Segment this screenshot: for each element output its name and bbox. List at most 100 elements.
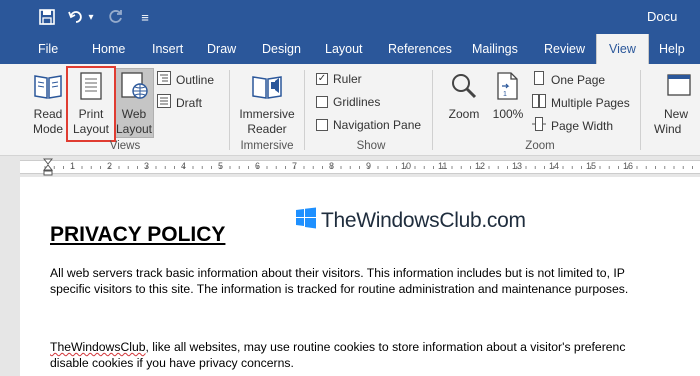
ruler-number: 10 xyxy=(401,161,412,171)
new-window-button[interactable]: New Wind xyxy=(650,70,700,137)
ruler-check-icon: ✓ xyxy=(316,73,328,85)
ruler-number: 16 xyxy=(623,161,634,171)
ruler-number: 15 xyxy=(586,161,597,171)
immersive-reader-button[interactable]: Immersive Reader xyxy=(234,70,300,137)
group-separator xyxy=(304,70,305,150)
one-page-button[interactable]: One Page xyxy=(532,71,605,88)
ruler-number: 13 xyxy=(512,161,523,171)
document-heading: PRIVACY POLICY xyxy=(50,223,226,246)
tab-view[interactable]: View xyxy=(596,34,649,64)
page-width-label: Page Width xyxy=(551,118,614,133)
page-width-button[interactable]: Page Width xyxy=(532,117,613,134)
zoom-button[interactable]: Zoom xyxy=(444,70,484,122)
immersive-reader-icon xyxy=(234,72,300,104)
new-window-icon xyxy=(662,72,700,104)
outline-icon xyxy=(157,71,171,88)
svg-text:1: 1 xyxy=(503,91,507,98)
web-layout-label-2: Layout xyxy=(115,122,153,136)
page-width-icon xyxy=(532,117,546,134)
group-separator xyxy=(640,70,641,150)
navigation-pane-label: Navigation Pane xyxy=(333,118,422,132)
horizontal-ruler[interactable]: 1 2 3 4 5 6 7 8 9 10 11 12 13 14 15 16 xyxy=(20,160,700,174)
window-title: Docu xyxy=(647,9,678,24)
paragraph-2-line-2: disable cookies if you have privacy conc… xyxy=(50,356,294,370)
immersive-reader-label-2: Reader xyxy=(247,122,287,136)
tab-file[interactable]: File xyxy=(38,34,58,64)
gridlines-check-icon xyxy=(316,96,328,108)
immersive-group-label: Immersive xyxy=(240,140,294,152)
ruler-number: 8 xyxy=(329,161,335,171)
ruler-number: 6 xyxy=(255,161,261,171)
tab-references[interactable]: References xyxy=(388,34,452,64)
zoom-100-button[interactable]: 1 100% xyxy=(488,70,528,122)
draft-icon xyxy=(157,94,171,111)
group-separator xyxy=(229,70,230,150)
web-page-icon xyxy=(114,72,154,104)
read-mode-label-1: Read xyxy=(33,107,63,121)
outline-label: Outline xyxy=(176,72,215,87)
zoom-100-icon: 1 xyxy=(488,72,528,104)
draft-label: Draft xyxy=(176,95,203,110)
show-group-label: Show xyxy=(356,140,386,152)
redo-icon[interactable] xyxy=(106,6,126,28)
windows-logo-icon xyxy=(295,207,317,234)
undo-icon[interactable] xyxy=(66,6,86,28)
outline-button[interactable]: Outline xyxy=(157,71,214,88)
paragraph-1-line-2: specific visitors to this site. The info… xyxy=(50,282,629,296)
undo-dropdown-icon[interactable]: ▾ xyxy=(86,6,96,28)
gridlines-label: Gridlines xyxy=(333,95,381,109)
zoom-group-label: Zoom xyxy=(525,140,555,152)
one-page-icon xyxy=(532,71,546,88)
multiple-pages-button[interactable]: Multiple Pages xyxy=(532,94,630,111)
one-page-label: One Page xyxy=(551,72,606,87)
ribbon-tabs: File Home Insert Draw Design Layout Refe… xyxy=(0,34,700,64)
save-icon[interactable] xyxy=(36,6,58,28)
gridlines-checkbox[interactable]: Gridlines xyxy=(316,95,380,109)
ruler-number: 5 xyxy=(218,161,224,171)
group-separator xyxy=(432,70,433,150)
ruler-number: 4 xyxy=(181,161,187,171)
tab-draw[interactable]: Draw xyxy=(207,34,236,64)
tab-help[interactable]: Help xyxy=(659,34,685,64)
ruler-number: 3 xyxy=(144,161,150,171)
ruler-ticks xyxy=(44,166,693,169)
tab-layout[interactable]: Layout xyxy=(325,34,363,64)
ruler-number: 11 xyxy=(438,161,448,171)
magnifier-icon xyxy=(444,72,484,104)
read-mode-label-2: Mode xyxy=(32,122,64,136)
tab-home[interactable]: Home xyxy=(92,34,125,64)
web-layout-button[interactable]: Web Layout xyxy=(114,70,154,137)
tab-mailings[interactable]: Mailings xyxy=(472,34,518,64)
immersive-reader-label-1: Immersive xyxy=(239,107,295,121)
ruler-checkbox[interactable]: ✓ Ruler xyxy=(316,72,362,86)
web-layout-label-1: Web xyxy=(121,107,147,121)
navigation-pane-checkbox[interactable]: Navigation Pane xyxy=(316,118,421,132)
paragraph-1-line-1: All web servers track basic information … xyxy=(50,266,625,280)
ruler-number: 7 xyxy=(292,161,298,171)
multiple-pages-icon xyxy=(532,94,546,111)
ruler-area: 1 2 3 4 5 6 7 8 9 10 11 12 13 14 15 16 xyxy=(0,157,700,177)
draft-button[interactable]: Draft xyxy=(157,94,202,111)
ruler-number: 1 xyxy=(70,161,76,171)
views-group-label: Views xyxy=(109,140,141,152)
multiple-pages-label: Multiple Pages xyxy=(551,95,630,110)
new-window-label-2: Wind xyxy=(654,122,682,136)
logo-text: TheWindowsClub.com xyxy=(321,208,526,232)
ruler-number: 12 xyxy=(475,161,486,171)
ruler-number: 14 xyxy=(549,161,560,171)
title-bar: ▾ ≡ Docu xyxy=(0,0,700,34)
ruler-label: Ruler xyxy=(333,72,362,86)
tab-insert[interactable]: Insert xyxy=(152,34,183,64)
thewindowsclub-logo: TheWindowsClub.com xyxy=(295,207,526,234)
customize-qat-icon[interactable]: ≡ xyxy=(138,6,152,28)
misspelled-word[interactable]: TheWindowsClub xyxy=(50,340,146,354)
tab-review[interactable]: Review xyxy=(544,34,585,64)
zoom-label: Zoom xyxy=(448,107,480,121)
paragraph-2-line-1-rest: , like all websites, may use routine coo… xyxy=(145,340,626,354)
new-window-label-1: New xyxy=(664,107,689,121)
ruler-number: 2 xyxy=(107,161,113,171)
paragraph-2-line-1: TheWindowsClub, like all websites, may u… xyxy=(50,339,625,355)
book-icon xyxy=(30,72,66,104)
tab-design[interactable]: Design xyxy=(262,34,301,64)
read-mode-button[interactable]: Read Mode xyxy=(30,70,66,137)
